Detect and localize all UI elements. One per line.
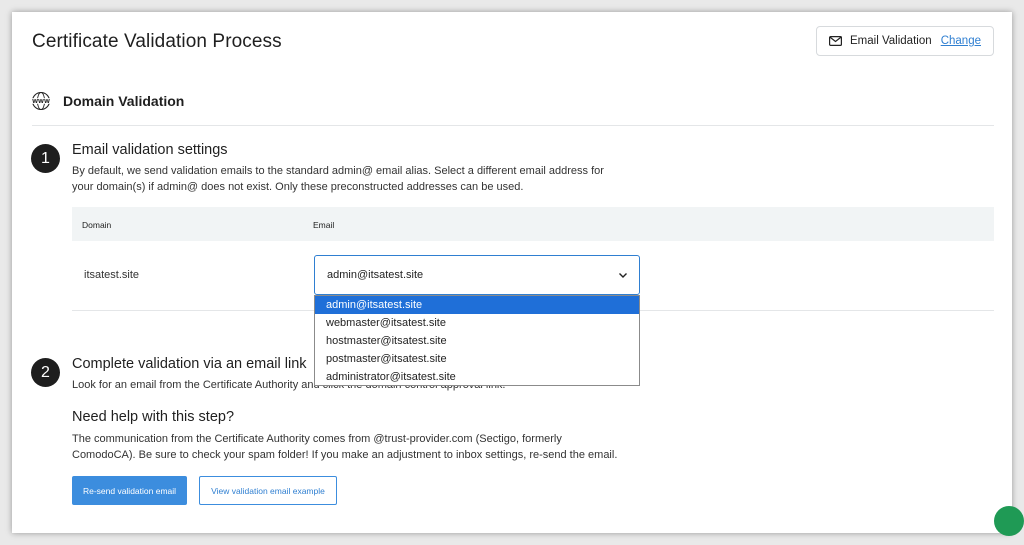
email-select[interactable]: admin@itsatest.site: [314, 255, 640, 295]
www-globe-icon: WWW: [31, 91, 51, 111]
dropdown-option[interactable]: postmaster@itsatest.site: [315, 350, 639, 368]
chat-widget-button[interactable]: [994, 506, 1024, 536]
step-1-badge: 1: [31, 144, 60, 173]
column-header-domain: Domain: [82, 220, 112, 230]
validation-method-label: Email Validation: [850, 35, 932, 47]
help-desc-line: ComodoCA). Be sure to check your spam fo…: [72, 449, 618, 461]
help-desc-line: The communication from the Certificate A…: [72, 433, 562, 445]
validation-method-box: Email Validation Change: [816, 26, 994, 56]
table-header: Domain Email: [72, 207, 994, 241]
chevron-down-icon: [619, 273, 627, 278]
step-2-badge: 2: [31, 358, 60, 387]
envelope-icon: [829, 36, 842, 46]
dropdown-option[interactable]: admin@itsatest.site: [315, 296, 639, 314]
dropdown-option[interactable]: hostmaster@itsatest.site: [315, 332, 639, 350]
email-select-value: admin@itsatest.site: [327, 269, 424, 281]
section-divider: [32, 125, 994, 126]
svg-text:WWW: WWW: [32, 99, 50, 105]
step-1-title: Email validation settings: [72, 142, 228, 158]
validation-card: Certificate Validation Process Email Val…: [12, 12, 1012, 533]
step-1-desc-line: your domain(s) if admin@ does not exist.…: [72, 181, 524, 193]
dropdown-option[interactable]: administrator@itsatest.site: [315, 368, 639, 386]
step-1-desc-line: By default, we send validation emails to…: [72, 165, 604, 177]
column-header-email: Email: [313, 220, 335, 230]
view-email-example-button[interactable]: View validation email example: [199, 476, 337, 505]
step-2-title: Complete validation via an email link: [72, 356, 307, 372]
help-description: The communication from the Certificate A…: [72, 431, 617, 463]
resend-email-button[interactable]: Re-send validation email: [72, 476, 187, 505]
change-link[interactable]: Change: [941, 35, 981, 47]
step-1-description: By default, we send validation emails to…: [72, 163, 604, 195]
dropdown-option[interactable]: webmaster@itsatest.site: [315, 314, 639, 332]
help-title: Need help with this step?: [72, 409, 235, 425]
page-title: Certificate Validation Process: [32, 31, 282, 52]
table-cell-domain: itsatest.site: [84, 269, 140, 281]
domain-validation-heading: WWW Domain Validation: [31, 91, 184, 111]
email-dropdown-list: admin@itsatest.site webmaster@itsatest.s…: [314, 295, 640, 386]
domain-validation-title: Domain Validation: [63, 93, 185, 109]
